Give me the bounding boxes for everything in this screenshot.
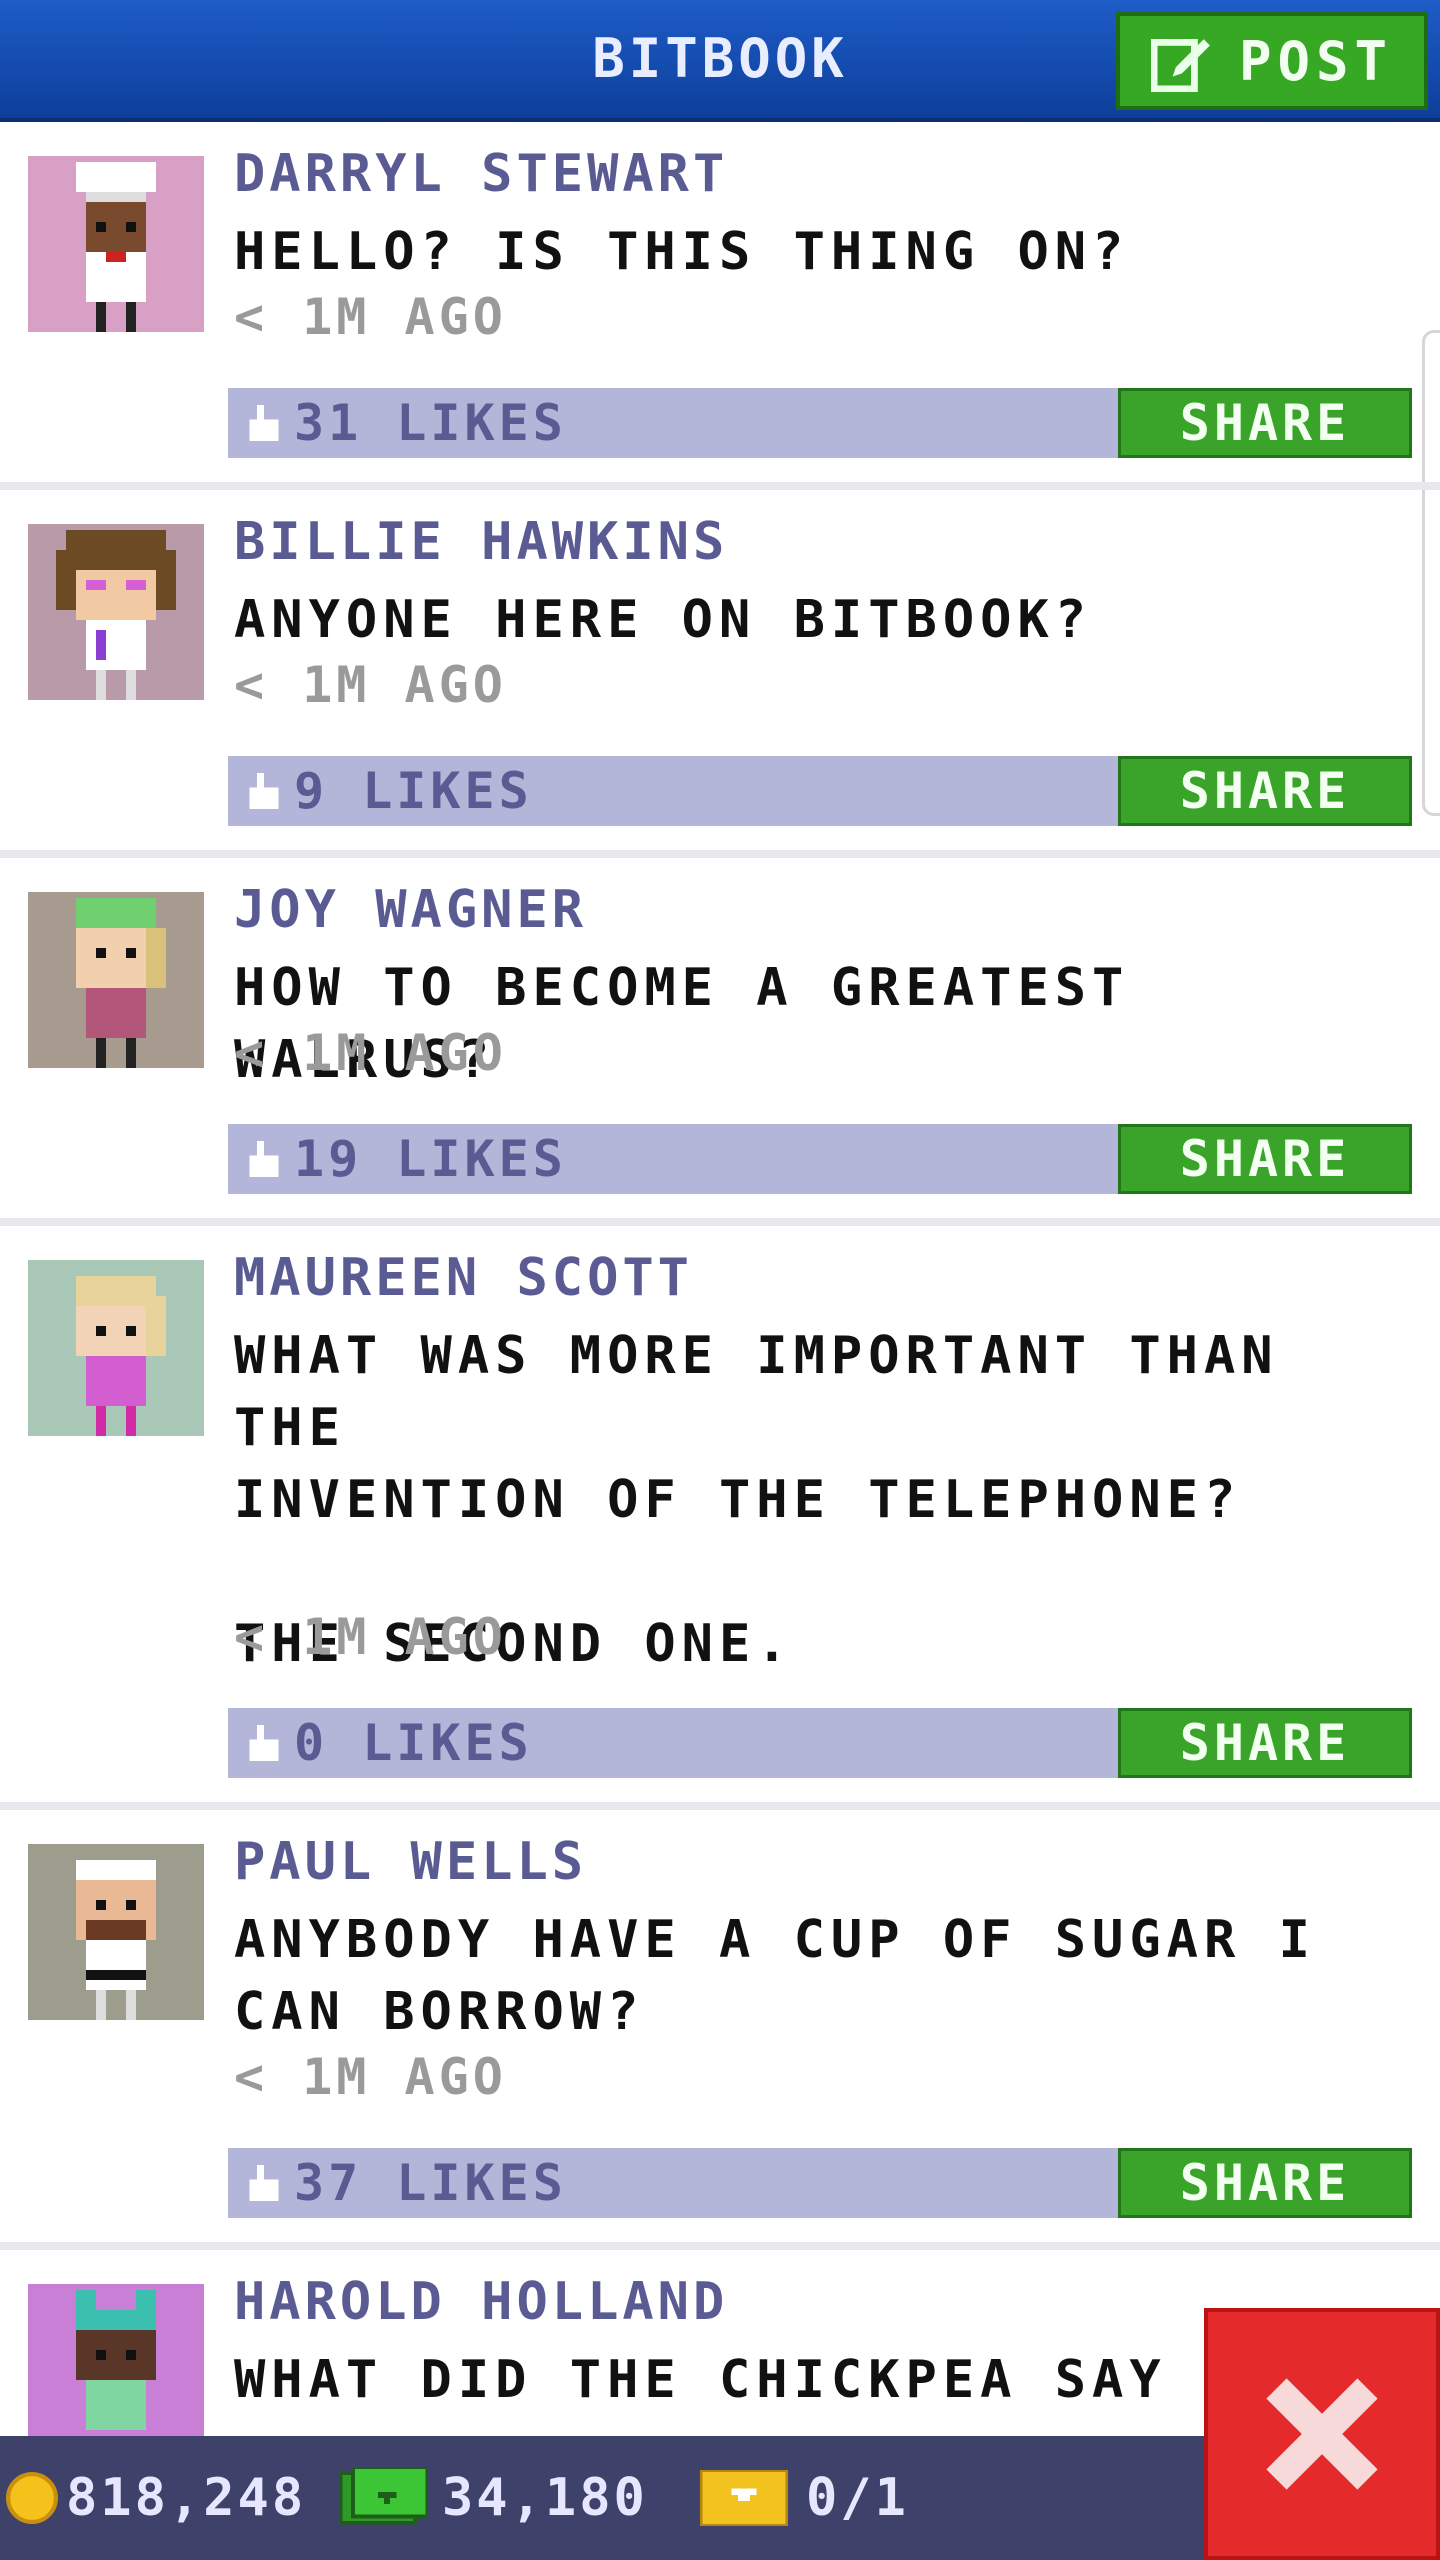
post-author[interactable]: HAROLD HOLLAND [234,2272,728,2332]
like-bar[interactable]: 37 LIKES SHARE [228,2148,1412,2218]
compose-icon [1150,38,1210,92]
avatar [28,1260,204,1436]
coins-value: 818,248 [66,2468,307,2528]
like-count: 19 LIKES [294,1130,567,1188]
avatar [28,892,204,1068]
share-button[interactable]: SHARE [1118,756,1412,826]
thumbs-up-icon [249,405,279,441]
post-author[interactable]: MAUREEN SCOTT [234,1248,693,1308]
close-button[interactable] [1204,2308,1440,2560]
thumbs-up-icon [249,773,279,809]
post-author[interactable]: JOY WAGNER [234,880,587,940]
bux-counter: 34,180 [340,2436,648,2560]
feed-post: BILLIE HAWKINS ANYONE HERE ON BITBOOK? <… [0,490,1440,858]
like-count: 37 LIKES [294,2154,567,2212]
ticket-icon [700,2470,788,2526]
avatar [28,1844,204,2020]
post-text: HELLO? IS THIS THING ON? [234,222,1130,282]
share-button[interactable]: SHARE [1118,2148,1412,2218]
post-time: < 1M AGO [234,1024,507,1082]
thumbs-up-icon [249,2165,279,2201]
bux-value: 34,180 [442,2468,648,2528]
post-time: < 1M AGO [234,1608,507,1666]
post-time: < 1M AGO [234,2048,507,2106]
close-icon [1266,2378,1378,2490]
post-button[interactable]: POST [1116,12,1428,110]
post-text: ANYONE HERE ON BITBOOK? [234,590,1093,650]
feed-post: MAUREEN SCOTT WHAT WAS MORE IMPORTANT TH… [0,1226,1440,1810]
like-bar[interactable]: 9 LIKES SHARE [228,756,1412,826]
feed-post: PAUL WELLS ANYBODY HAVE A CUP OF SUGAR I… [0,1810,1440,2250]
top-bar: BITBOOK POST [0,0,1440,122]
bux-icon [340,2467,428,2525]
feed-post: JOY WAGNER HOW TO BECOME A GREATEST WALR… [0,858,1440,1226]
share-button[interactable]: SHARE [1118,1708,1412,1778]
like-bar[interactable]: 31 LIKES SHARE [228,388,1412,458]
post-button-label: POST [1238,29,1394,93]
tickets-value: 0/1 [806,2468,909,2528]
feed-post: DARRYL STEWART HELLO? IS THIS THING ON? … [0,122,1440,490]
avatar [28,2284,204,2460]
post-time: < 1M AGO [234,656,507,714]
thumbs-up-icon [249,1141,279,1177]
thumbs-up-icon [249,1725,279,1761]
share-button[interactable]: SHARE [1118,1124,1412,1194]
like-count: 31 LIKES [294,394,567,452]
share-button[interactable]: SHARE [1118,388,1412,458]
post-author[interactable]: PAUL WELLS [234,1832,587,1892]
coins-counter: 818,248 [6,2436,306,2560]
like-bar[interactable]: 19 LIKES SHARE [228,1124,1412,1194]
post-text: ANYBODY HAVE A CUP OF SUGAR I CAN BORROW… [234,1910,1316,2042]
tickets-counter: 0/1 [700,2436,909,2560]
coin-icon [6,2472,58,2524]
post-time: < 1M AGO [234,288,507,346]
avatar [28,156,204,332]
like-count: 9 LIKES [294,762,533,820]
post-author[interactable]: DARRYL STEWART [234,144,728,204]
post-author[interactable]: BILLIE HAWKINS [234,512,728,572]
feed: DARRYL STEWART HELLO? IS THIS THING ON? … [0,122,1440,2460]
like-bar[interactable]: 0 LIKES SHARE [228,1708,1412,1778]
avatar [28,524,204,700]
like-count: 0 LIKES [294,1714,533,1772]
